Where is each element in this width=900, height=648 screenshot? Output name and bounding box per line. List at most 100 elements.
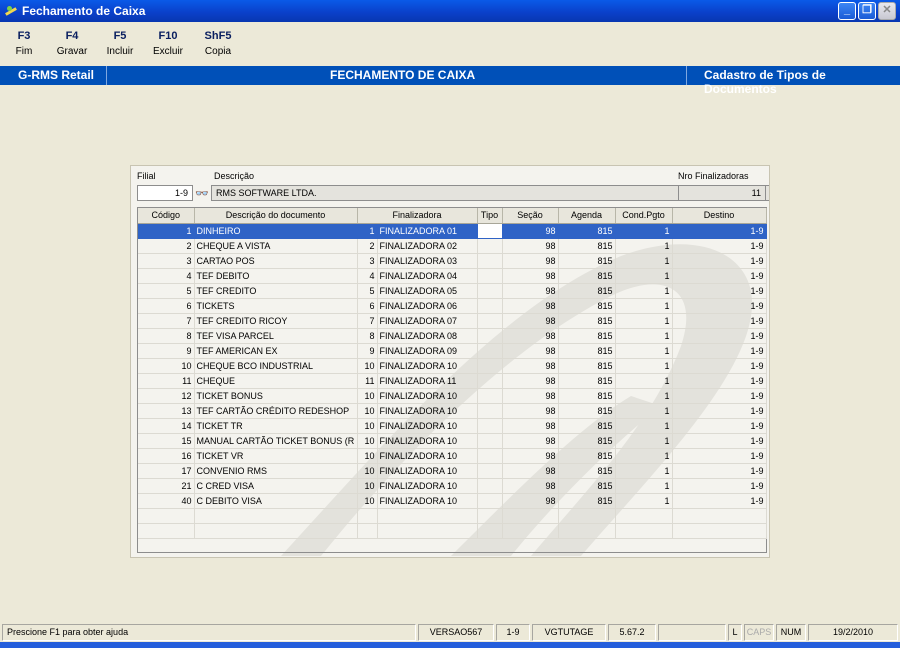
cell-fin-code: 8 [357,328,378,344]
cell-fin-code: 10 [357,448,378,464]
table-row[interactable]: 21 C CRED VISA 10 FINALIZADORA 10 98 815 1 1-9 [138,478,767,494]
cell-cond-pgto: 1 [615,298,673,314]
table-row[interactable]: 13 TEF CARTÃO CRÉDITO REDESHOP 10 FINALIZAD… [138,403,767,419]
app-icon [4,4,18,18]
fim-button[interactable]: F3 Fim [4,30,44,58]
cell-tipo [477,343,503,359]
cell-fin-name: FINALIZADORA 07 [377,313,478,329]
cell-agenda: 815 [558,493,616,509]
cell-fin-code [357,523,378,539]
table-row[interactable]: 5 TEF CREDITO 5 FINALIZADORA 05 98 815 1 1-9 [138,283,767,299]
cell-tipo [477,403,503,419]
cell-destino: 1-9 [672,298,767,314]
cell-fin-name: FINALIZADORA 10 [377,478,478,494]
cell-fin-name: FINALIZADORA 08 [377,328,478,344]
table-row[interactable]: 16 TICKET VR 10 FINALIZADORA 10 98 815 1 1-9 [138,448,767,464]
filial-label: Filial [137,171,156,181]
cell-secao: 98 [502,283,559,299]
cell-codigo: 8 [138,328,195,344]
cell-fin-code: 2 [357,238,378,254]
table-row[interactable]: 10 CHEQUE BCO INDUSTRIAL 10 FINALIZADORA 10… [138,358,767,374]
copia-button[interactable]: ShF5 Copia [198,30,238,58]
cell-tipo [477,448,503,464]
cell-codigo: 7 [138,313,195,329]
status-bar: Prescione F1 para obter ajuda VERSAO567 … [0,622,900,642]
cell-fin-code: 7 [357,313,378,329]
cell-agenda: 815 [558,388,616,404]
cell-codigo: 14 [138,418,195,434]
cell-descricao: TEF CREDITO [194,283,358,299]
cell-fin-name: FINALIZADORA 04 [377,268,478,284]
cell-agenda: 815 [558,478,616,494]
table-row[interactable]: 8 TEF VISA PARCEL 8 FINALIZADORA 08 98 815 1 1-… [138,328,767,344]
table-row[interactable]: 17 CONVENIO RMS 10 FINALIZADORA 10 98 815 1 1-9 [138,463,767,479]
cell-descricao: C DEBITO VISA [194,493,358,509]
caps-indicator: CAPS [744,624,774,641]
table-row[interactable]: 15 MANUAL CARTÃO TICKET BONUS (R 10 FINALIZ… [138,433,767,449]
nro-finalizadoras-field: 11 [678,185,766,201]
table-row[interactable]: 6 TICKETS 6 FINALIZADORA 06 98 815 1 1-9 [138,298,767,314]
cell-agenda [558,523,616,539]
col-secao[interactable]: Seção [502,208,559,224]
cell-descricao: TEF CREDITO RICOY [194,313,358,329]
cell-tipo [477,388,503,404]
col-descricao[interactable]: Descrição do documento [194,208,358,224]
gravar-button[interactable]: F4 Gravar [52,30,92,58]
cell-tipo [477,523,503,539]
cell-codigo: 3 [138,253,195,269]
cell-agenda: 815 [558,313,616,329]
excluir-button[interactable]: F10 Excluir [148,30,188,58]
col-codigo[interactable]: Código [138,208,195,224]
table-row[interactable] [138,508,767,524]
cell-destino: 1-9 [672,268,767,284]
table-row[interactable]: 9 TEF AMERICAN EX 9 FINALIZADORA 09 98 815 1 1-… [138,343,767,359]
table-row[interactable]: 4 TEF DEBITO 4 FINALIZADORA 04 98 815 1 1-9 [138,268,767,284]
cell-fin-name: FINALIZADORA 10 [377,403,478,419]
table-row[interactable]: 14 TICKET TR 10 FINALIZADORA 10 98 815 1 1-9 [138,418,767,434]
cell-destino [672,523,767,539]
cell-tipo [477,493,503,509]
incluir-button[interactable]: F5 Incluir [100,30,140,58]
cell-cond-pgto: 1 [615,328,673,344]
cell-descricao: TEF AMERICAN EX [194,343,358,359]
cell-codigo: 15 [138,433,195,449]
col-destino[interactable]: Destino [672,208,767,224]
table-row[interactable]: 2 CHEQUE A VISTA 2 FINALIZADORA 02 98 815 1 1-9 [138,238,767,254]
binoculars-icon[interactable]: 👓 [195,187,209,201]
help-text: Prescione F1 para obter ajuda [2,624,416,641]
cell-descricao: CHEQUE A VISTA [194,238,358,254]
col-tipo[interactable]: Tipo [477,208,503,224]
cell-agenda: 815 [558,343,616,359]
table-row[interactable] [138,523,767,539]
cell-destino: 1-9 [672,478,767,494]
cell-fin-name: FINALIZADORA 10 [377,463,478,479]
cell-destino: 1-9 [672,253,767,269]
minimize-button[interactable]: _ [838,2,856,20]
title-bar: Fechamento de Caixa _ ❐ ✕ [0,0,900,22]
col-cond-pgto[interactable]: Cond.Pgto [615,208,673,224]
maximize-button[interactable]: ❐ [858,2,876,20]
table-row[interactable]: 12 TICKET BONUS 10 FINALIZADORA 10 98 815 1 1-9 [138,388,767,404]
table-row[interactable]: 7 TEF CREDITO RICOY 7 FINALIZADORA 07 98 815 1… [138,313,767,329]
cell-secao [502,508,559,524]
cell-cond-pgto: 1 [615,358,673,374]
col-agenda[interactable]: Agenda [558,208,616,224]
bottom-edge [0,642,900,648]
cell-tipo [477,223,503,239]
cell-fin-name: FINALIZADORA 09 [377,343,478,359]
close-button[interactable]: ✕ [878,2,896,20]
filial-field[interactable]: 1-9 [137,185,193,201]
cell-fin-name [377,523,478,539]
module-title: FECHAMENTO DE CAIXA [330,68,476,82]
table-row[interactable]: 11 CHEQUE 11 FINALIZADORA 11 98 815 1 1-9 [138,373,767,389]
table-row[interactable]: 3 CARTAO POS 3 FINALIZADORA 03 98 815 1 1-9 [138,253,767,269]
table-row[interactable]: 40 C DEBITO VISA 10 FINALIZADORA 10 98 815 1 1-… [138,493,767,509]
cell-agenda: 815 [558,448,616,464]
cell-destino: 1-9 [672,388,767,404]
product-name: G-RMS Retail [18,68,95,82]
cell-tipo [477,508,503,524]
cell-descricao: TEF DEBITO [194,268,358,284]
col-finalizadora[interactable]: Finalizadora [357,208,478,224]
table-row[interactable]: 1 DINHEIRO 1 FINALIZADORA 01 98 815 1 1-9 [138,223,767,239]
cell-descricao: DINHEIRO [194,223,358,239]
